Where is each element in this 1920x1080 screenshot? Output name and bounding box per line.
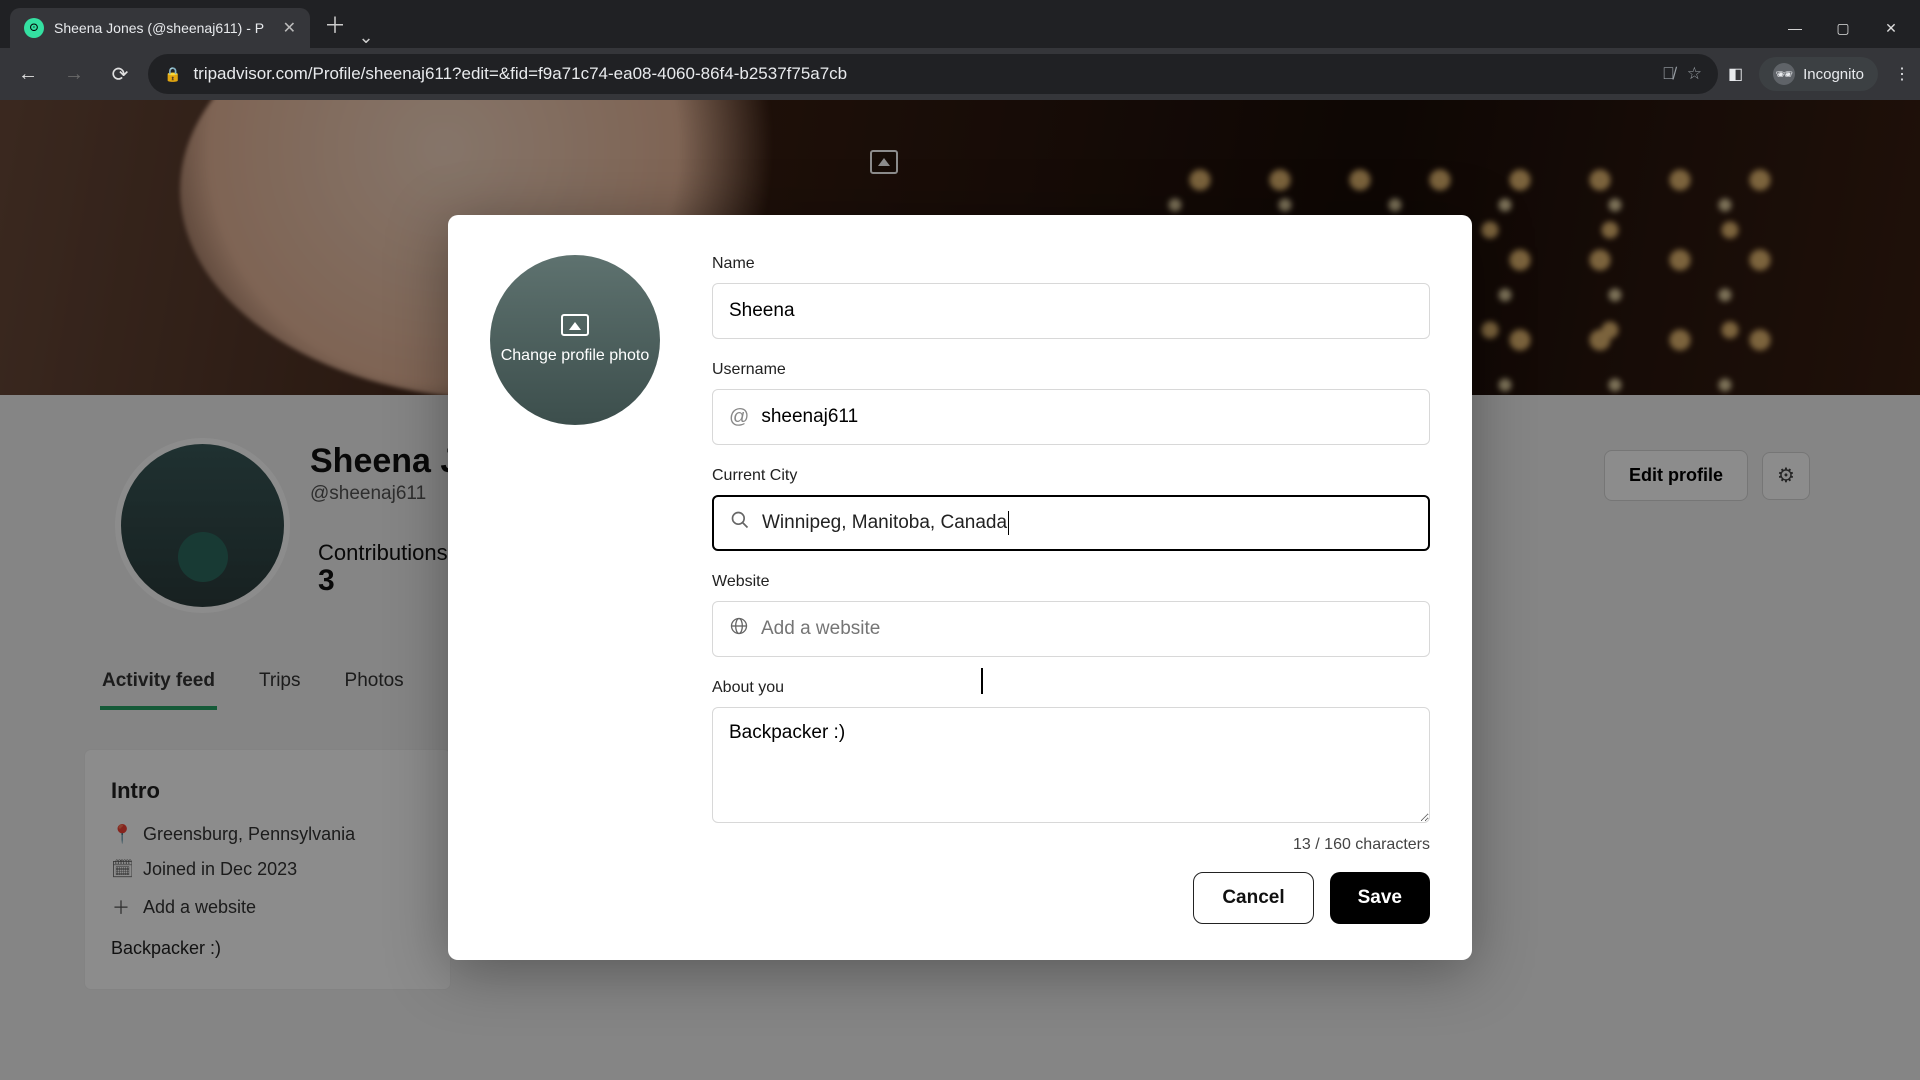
- kebab-menu-icon[interactable]: ⋮: [1894, 64, 1910, 84]
- username-label: Username: [712, 361, 1430, 379]
- about-label: About you: [712, 679, 1430, 697]
- name-input-field[interactable]: [729, 300, 1413, 322]
- cancel-button[interactable]: Cancel: [1193, 872, 1313, 924]
- tab-close-icon[interactable]: ✕: [283, 18, 296, 38]
- current-city-value: Winnipeg, Manitoba, Canada: [762, 511, 1412, 535]
- new-tab-button[interactable]: ＋: [324, 8, 346, 40]
- city-label: Current City: [712, 467, 1430, 485]
- incognito-icon: 🕶: [1773, 63, 1795, 85]
- side-panel-icon[interactable]: ◧: [1728, 64, 1743, 84]
- change-profile-photo-button[interactable]: Change profile photo: [490, 255, 660, 425]
- tab-overflow-icon[interactable]: ⌄: [346, 27, 386, 48]
- lock-icon: 🔒: [164, 66, 181, 83]
- window-minimize-icon[interactable]: ―: [1772, 11, 1818, 45]
- save-button[interactable]: Save: [1330, 872, 1430, 924]
- window-close-icon[interactable]: ✕: [1868, 11, 1914, 45]
- name-input[interactable]: [712, 283, 1430, 339]
- photo-icon: [561, 314, 589, 336]
- incognito-badge[interactable]: 🕶 Incognito: [1759, 57, 1878, 91]
- forward-button[interactable]: →: [56, 56, 92, 92]
- browser-tab[interactable]: ⵙ Sheena Jones (@sheenaj611) - P ✕: [10, 8, 310, 48]
- reload-button[interactable]: ⟳: [102, 56, 138, 92]
- at-symbol-icon: @: [729, 406, 749, 429]
- tripadvisor-favicon: ⵙ: [24, 18, 44, 38]
- about-textarea[interactable]: [712, 707, 1430, 823]
- username-input[interactable]: @: [712, 389, 1430, 445]
- current-city-input[interactable]: Winnipeg, Manitoba, Canada: [712, 495, 1430, 551]
- text-caret: [1008, 511, 1009, 535]
- address-bar[interactable]: 🔒 tripadvisor.com/Profile/sheenaj611?edi…: [148, 54, 1718, 94]
- text-cursor-icon: [981, 668, 983, 694]
- website-input-field[interactable]: [761, 618, 1413, 640]
- edit-profile-modal: Change profile photo Name Username @: [448, 215, 1472, 960]
- character-counter: 13 / 160 characters: [712, 836, 1430, 854]
- eye-off-icon[interactable]: 👁̸: [1662, 64, 1675, 84]
- window-maximize-icon[interactable]: ▢: [1820, 11, 1866, 45]
- username-input-field[interactable]: [761, 406, 1413, 428]
- website-label: Website: [712, 573, 1430, 591]
- globe-icon: [729, 616, 749, 642]
- url-text: tripadvisor.com/Profile/sheenaj611?edit=…: [193, 64, 1650, 84]
- website-input[interactable]: [712, 601, 1430, 657]
- search-icon: [730, 510, 750, 536]
- name-label: Name: [712, 255, 1430, 273]
- star-icon[interactable]: ☆: [1687, 64, 1702, 84]
- back-button[interactable]: ←: [10, 56, 46, 92]
- incognito-label: Incognito: [1803, 66, 1864, 83]
- tab-title: Sheena Jones (@sheenaj611) - P: [54, 20, 273, 36]
- change-photo-label: Change profile photo: [501, 346, 650, 367]
